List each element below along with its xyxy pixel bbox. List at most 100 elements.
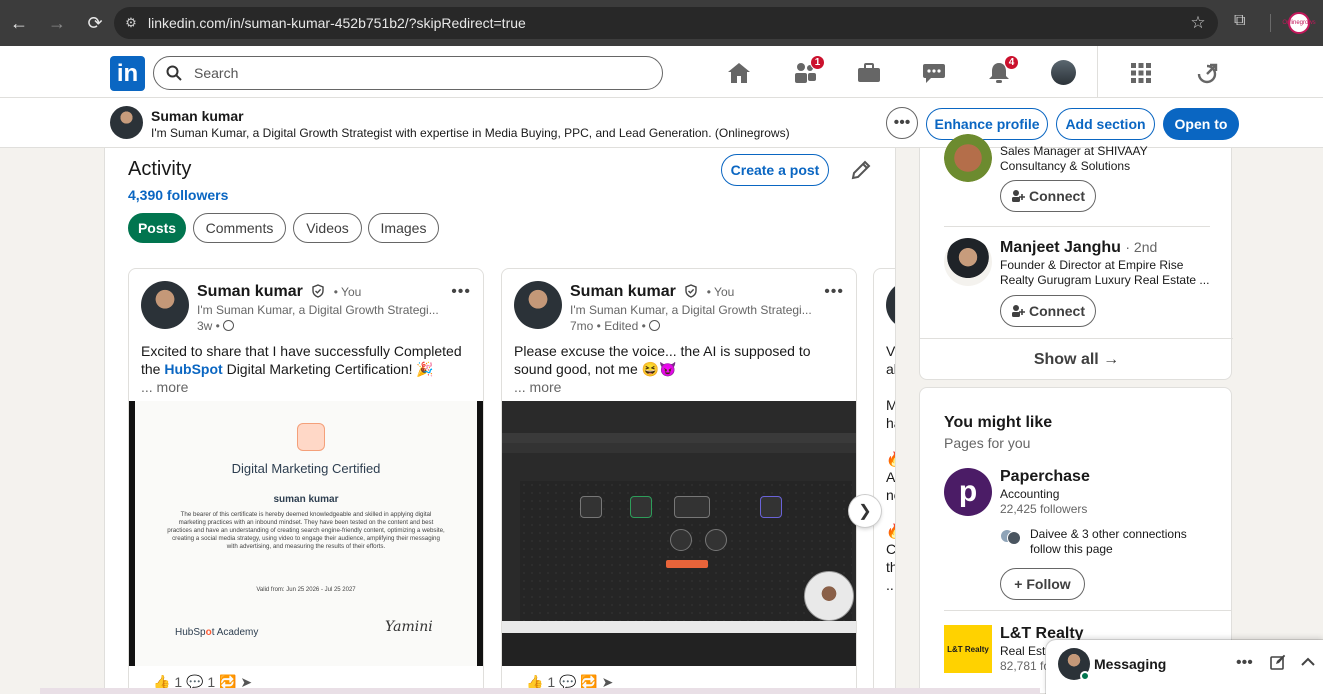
post-video-thumbnail[interactable] [502, 401, 856, 666]
page-category: Real Esta [1000, 644, 1053, 658]
lt-realty-logo[interactable]: L&T Realty [944, 625, 992, 673]
search-box[interactable] [153, 56, 663, 90]
post-text-body: Please excuse the voice... the AI is sup… [514, 343, 811, 377]
back-icon[interactable]: ← [0, 0, 38, 46]
divider [944, 610, 1232, 611]
post-options-icon[interactable]: ••• [451, 283, 471, 301]
certificate-signature: Yamini [385, 619, 433, 635]
post-headline: I'm Suman Kumar, a Digital Growth Strate… [197, 303, 439, 317]
header-divider [1097, 46, 1098, 98]
workflow-node [705, 529, 727, 551]
compose-message-icon[interactable] [1270, 654, 1286, 675]
recording-taskbar [502, 621, 856, 633]
partial-post-line: no [886, 487, 895, 503]
person-avatar[interactable] [944, 238, 992, 286]
url-text[interactable]: linkedin.com/in/suman-kumar-452b751b2/?s… [148, 15, 1178, 31]
tab-comments[interactable]: Comments [193, 213, 286, 243]
post-card[interactable]: Suman kumar • You I'm Suman Kumar, a Dig… [128, 268, 484, 694]
certificate-paper: Digital Marketing Certified suman kumar … [135, 401, 477, 666]
post-card[interactable]: Suman kumar • You I'm Suman Kumar, a Dig… [501, 268, 857, 694]
extensions-icon[interactable]: ⧉ [1234, 12, 1245, 30]
tab-posts[interactable]: Posts [128, 213, 186, 243]
certificate-body: The bearer of this certificate is hereby… [167, 511, 445, 550]
linkedin-logo[interactable]: in [110, 56, 145, 91]
person-name-text[interactable]: Manjeet Janghu [1000, 239, 1121, 256]
post-author-avatar[interactable] [514, 281, 562, 329]
follow-button[interactable]: + Follow [1000, 568, 1085, 600]
jobs-icon[interactable] [855, 60, 883, 86]
notifications-icon[interactable]: 4 [985, 55, 1019, 86]
messaging-label[interactable]: Messaging [1094, 656, 1166, 672]
enhance-profile-button[interactable]: Enhance profile [926, 108, 1048, 140]
hubspot-academy-logo: HubSpot Academy [175, 627, 258, 638]
workflow-node [674, 496, 710, 518]
webcam-bubble [804, 571, 854, 621]
messaging-icon[interactable] [920, 60, 948, 86]
messaging-overlay[interactable]: Messaging ••• [1046, 640, 1323, 694]
home-icon[interactable] [725, 60, 753, 86]
partial-post-line [886, 432, 895, 450]
connect-button[interactable]: Connect [1000, 295, 1096, 327]
post-image-certificate[interactable]: Digital Marketing Certified suman kumar … [129, 401, 483, 666]
paperchase-logo[interactable]: p [944, 468, 992, 516]
open-to-button[interactable]: Open to [1163, 108, 1239, 140]
messaging-more-icon[interactable]: ••• [1236, 654, 1253, 672]
verified-shield-icon [311, 284, 325, 303]
site-settings-icon[interactable]: ⚙ [114, 15, 148, 31]
connect-label: Connect [1029, 188, 1085, 204]
verified-shield-icon [684, 284, 698, 303]
network-badge: 1 [810, 55, 825, 70]
apps-grid-icon[interactable] [1127, 60, 1155, 86]
my-network-icon[interactable]: 1 [791, 55, 825, 86]
search-input[interactable] [194, 65, 662, 81]
chevron-up-icon[interactable] [1300, 654, 1316, 675]
show-all-button[interactable]: Show all → [920, 351, 1233, 369]
reload-icon[interactable]: ⟳ [76, 0, 114, 46]
sticky-profile-bar: Suman kumar I'm Suman Kumar, a Digital G… [0, 98, 1323, 148]
profile-more-button[interactable]: ••• [886, 107, 918, 139]
tab-images[interactable]: Images [368, 213, 439, 243]
connect-button[interactable]: Connect [1000, 180, 1096, 212]
tab-videos[interactable]: Videos [293, 213, 362, 243]
linkedin-header: in 1 4 [0, 46, 1323, 98]
people-you-may-know-card: Sales Manager at SHIVAAY Consultancy & S… [919, 134, 1233, 380]
see-more-link[interactable]: ... more [514, 379, 561, 395]
you-might-like-title: You might like [944, 414, 1053, 431]
advertise-icon[interactable] [1193, 60, 1221, 86]
hubspot-mention[interactable]: HubSpot [164, 361, 222, 377]
profile-headline: I'm Suman Kumar, a Digital Growth Strate… [151, 126, 790, 140]
post-author-name[interactable]: Suman kumar [197, 283, 303, 300]
certificate-frame: Digital Marketing Certified suman kumar … [129, 401, 483, 666]
address-bar[interactable]: ⚙ linkedin.com/in/suman-kumar-452b751b2/… [114, 7, 1218, 39]
post-author-avatar[interactable] [141, 281, 189, 329]
me-avatar[interactable] [1051, 60, 1076, 85]
recording-url-bar [502, 443, 856, 453]
edit-pencil-icon[interactable] [849, 158, 873, 187]
browser-profile-avatar[interactable]: Onlinegrows [1282, 12, 1316, 34]
followers-link[interactable]: 4,390 followers [128, 187, 228, 203]
globe-icon [648, 320, 660, 331]
post-author-name[interactable]: Suman kumar [570, 283, 676, 300]
bookmark-star-icon[interactable]: ☆ [1178, 13, 1218, 33]
see-more-link[interactable]: ... more [141, 379, 188, 395]
post-card-partial[interactable]: VoalMha🔥Alno🔥Crth... [873, 268, 895, 694]
profile-avatar[interactable] [110, 106, 143, 139]
person-name[interactable]: Manjeet Janghu · 2nd [1000, 239, 1157, 257]
workflow-node [670, 529, 692, 551]
add-section-button[interactable]: Add section [1056, 108, 1155, 140]
partial-post-line: M [886, 396, 895, 414]
partial-post-line: 🔥 [886, 522, 895, 540]
create-post-button[interactable]: Create a post [721, 154, 829, 186]
person-avatar[interactable] [944, 134, 992, 182]
post-author-avatar[interactable] [886, 281, 895, 329]
add-person-icon [1012, 190, 1025, 202]
screen-recording [502, 401, 856, 666]
workflow-node [760, 496, 782, 518]
partial-post-line: ... [886, 577, 895, 593]
post-options-icon[interactable]: ••• [824, 283, 844, 301]
carousel-next-button[interactable]: ❯ [849, 495, 881, 527]
page-name[interactable]: Paperchase [1000, 468, 1090, 486]
forward-icon[interactable]: → [38, 0, 76, 46]
post-author[interactable]: Suman kumar • You [570, 283, 734, 303]
post-author[interactable]: Suman kumar • You [197, 283, 361, 303]
